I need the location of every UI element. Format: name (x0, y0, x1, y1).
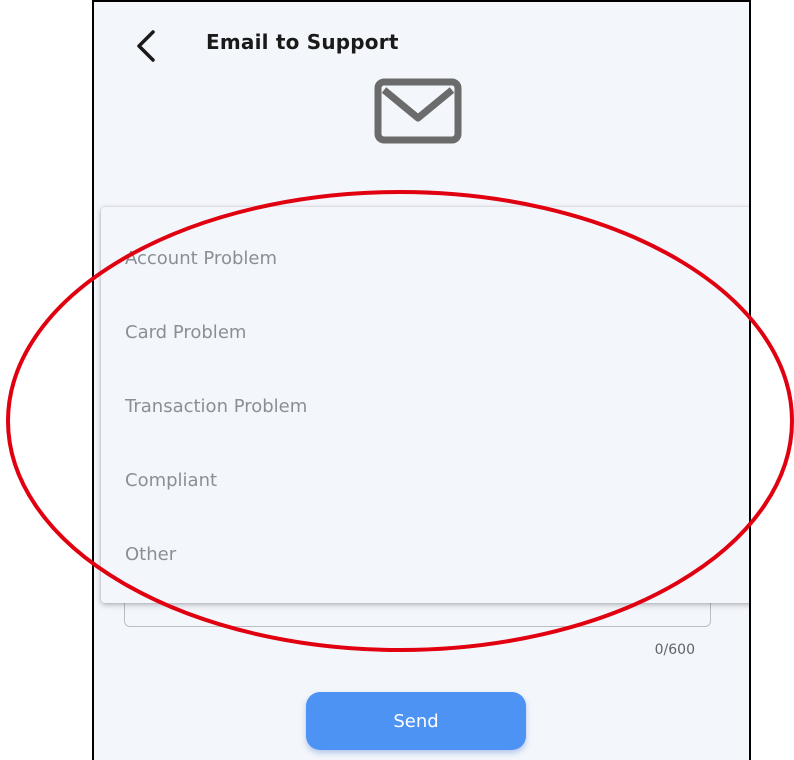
chevron-left-icon (137, 30, 155, 62)
mail-icon (374, 78, 462, 144)
back-button[interactable] (128, 26, 164, 66)
dropdown-option-other[interactable]: Other (101, 517, 749, 591)
category-dropdown-menu: Account Problem Card Problem Transaction… (101, 207, 749, 603)
dropdown-option-compliant[interactable]: Compliant (101, 443, 749, 517)
send-button[interactable]: Send (306, 692, 526, 750)
dropdown-option-transaction-problem[interactable]: Transaction Problem (101, 369, 749, 443)
dropdown-option-card-problem[interactable]: Card Problem (101, 295, 749, 369)
dropdown-option-account-problem[interactable]: Account Problem (101, 207, 749, 295)
character-counter: 0/600 (654, 642, 695, 658)
app-header: Email to Support (94, 2, 749, 82)
page-title: Email to Support (206, 30, 399, 54)
phone-screen: Email to Support 0/600 Send Account Prob… (92, 0, 751, 760)
